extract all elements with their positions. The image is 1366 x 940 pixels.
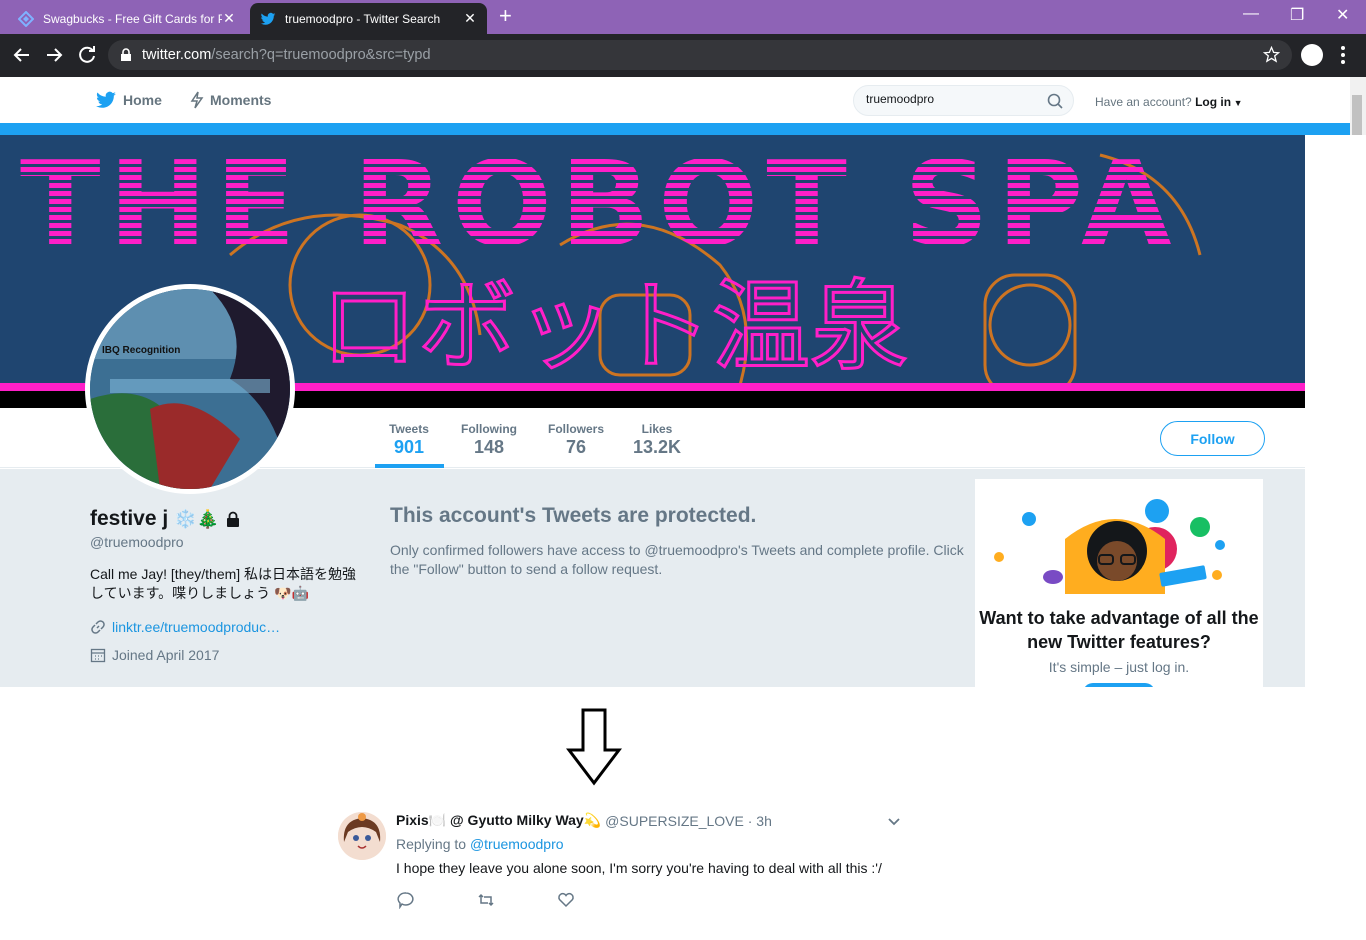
stat-label: Tweets xyxy=(389,422,429,436)
protected-title: This account's Tweets are protected. xyxy=(390,504,757,527)
nav-moments-label: Moments xyxy=(210,92,272,108)
stat-label: Likes xyxy=(641,422,673,436)
stat-likes[interactable]: Likes 13.2K xyxy=(628,422,686,458)
restore-icon[interactable]: ❐ xyxy=(1290,5,1304,25)
screenshot-root: Swagbucks - Free Gift Cards for P ✕ true… xyxy=(0,0,1366,940)
replying-prefix: Replying to xyxy=(396,836,467,852)
address-bar[interactable]: twitter.com/search?q=truemoodpro&src=typ… xyxy=(108,40,1292,70)
stat-value: 901 xyxy=(393,437,425,457)
signup-card-title: Want to take advantage of all the new Tw… xyxy=(979,608,1259,652)
browser-tab-bar: Swagbucks - Free Gift Cards for P ✕ true… xyxy=(0,0,1366,34)
stat-label: Following xyxy=(461,422,517,436)
link-icon xyxy=(91,620,105,634)
tweet-author-name[interactable]: Pixis🍽️ @ Gyutto Milky Way💫 xyxy=(396,812,601,829)
profile-avatar[interactable]: IBQ Recognition xyxy=(85,284,295,494)
lightning-icon xyxy=(190,91,204,109)
like-heart-icon[interactable] xyxy=(557,891,575,909)
back-arrow-icon[interactable] xyxy=(11,44,33,66)
header-blue-bar xyxy=(0,123,1350,135)
url-path: /search?q=truemoodpro&src=typd xyxy=(211,47,431,63)
name-emoji: ❄️🎄 xyxy=(174,508,220,529)
banner-japanese: ロボット温泉 xyxy=(320,270,908,384)
scrollbar-thumb[interactable] xyxy=(1352,95,1362,135)
twitter-search-input[interactable] xyxy=(866,92,1036,106)
profile-handle[interactable]: @truemoodpro xyxy=(90,534,184,550)
protected-lock-icon xyxy=(227,511,240,527)
profile-joined: Joined April 2017 xyxy=(112,647,220,663)
page-scrollbar[interactable] xyxy=(1350,77,1366,135)
reload-icon[interactable] xyxy=(76,44,98,66)
down-arrow-icon xyxy=(566,708,622,786)
tab-title: Swagbucks - Free Gift Cards for P xyxy=(43,11,222,26)
chevron-down-icon[interactable] xyxy=(886,816,902,828)
profile-name-row: festive j ❄️🎄 xyxy=(90,507,241,531)
stat-followers[interactable]: Followers 76 xyxy=(543,422,609,458)
close-tab-icon[interactable]: ✕ xyxy=(463,10,477,27)
profile-bio: Call me Jay! [they/them] 私は日本語を勉強しています。喋… xyxy=(90,566,357,601)
tweet-author-avatar[interactable] xyxy=(338,812,386,860)
forward-arrow-icon[interactable] xyxy=(43,44,65,66)
stat-value: 13.2K xyxy=(632,437,682,457)
browser-toolbar: twitter.com/search?q=truemoodpro&src=typ… xyxy=(0,34,1366,77)
reply-icon[interactable] xyxy=(397,891,415,909)
new-tab-plus-icon[interactable]: + xyxy=(499,5,512,27)
tweet-replying-to: Replying to @truemoodpro xyxy=(396,836,564,852)
follow-button[interactable]: Follow xyxy=(1160,421,1265,456)
login-area: Have an account? Log in ▼ xyxy=(1095,95,1243,109)
close-window-icon[interactable]: ✕ xyxy=(1336,5,1349,25)
twitter-top-nav: Home Moments Have an account? Log in ▼ xyxy=(0,77,1350,123)
avatar-artwork: IBQ Recognition xyxy=(90,289,290,489)
browser-menu-icon[interactable] xyxy=(1341,46,1345,64)
stat-following[interactable]: Following 148 xyxy=(456,422,522,458)
stat-value: 148 xyxy=(473,437,505,457)
tab-twitter-search[interactable]: truemoodpro - Twitter Search ✕ xyxy=(250,3,487,34)
twitter-search-box[interactable] xyxy=(853,85,1074,116)
replying-to-link[interactable]: @truemoodpro xyxy=(470,836,564,852)
twitter-icon xyxy=(260,12,276,25)
avatar-caption: IBQ Recognition xyxy=(102,345,180,356)
profile-link[interactable]: linktr.ee/truemoodproduc… xyxy=(112,619,280,635)
protected-text: Only confirmed followers have access to … xyxy=(390,542,964,577)
active-tab-underline xyxy=(375,464,444,468)
minimize-icon[interactable]: — xyxy=(1243,5,1259,23)
tweet-header: Pixis🍽️ @ Gyutto Milky Way💫 @SUPERSIZE_L… xyxy=(396,812,772,829)
stat-label: Followers xyxy=(547,422,604,436)
signup-card-button[interactable] xyxy=(1083,683,1155,687)
stat-value: 76 xyxy=(565,437,587,457)
close-tab-icon[interactable]: ✕ xyxy=(222,10,236,27)
stat-tweets[interactable]: Tweets 901 xyxy=(383,422,435,458)
signup-illustration xyxy=(994,499,1225,594)
tab-swagbucks[interactable]: Swagbucks - Free Gift Cards for P ✕ xyxy=(8,3,246,34)
calendar-icon xyxy=(90,648,106,663)
search-icon[interactable] xyxy=(1047,93,1063,109)
nav-moments[interactable]: Moments xyxy=(190,91,271,109)
signup-card-subtitle: It's simple – just log in. xyxy=(1048,659,1190,675)
url-text: twitter.com/search?q=truemoodpro&src=typ… xyxy=(142,47,431,63)
tweet-avatar-art xyxy=(338,812,386,860)
profile-name: festive j xyxy=(90,507,169,530)
tweet-text: I hope they leave you alone soon, I'm so… xyxy=(396,860,882,876)
twitter-bird-icon xyxy=(96,91,116,108)
banner-title: THE ROBOT SPA xyxy=(20,135,1180,273)
profile-joined-row: Joined April 2017 xyxy=(90,647,219,663)
url-host: twitter.com xyxy=(142,47,212,63)
caret-down-icon[interactable]: ▼ xyxy=(1231,98,1243,108)
signup-card: Want to take advantage of all the new Tw… xyxy=(975,479,1263,687)
have-account-text: Have an account? xyxy=(1095,95,1192,109)
nav-home[interactable]: Home xyxy=(95,91,162,109)
tweet-author-handle-time[interactable]: @SUPERSIZE_LOVE · 3h xyxy=(605,813,772,829)
retweet-icon[interactable] xyxy=(477,891,495,909)
swagbucks-icon xyxy=(18,10,34,27)
nav-home-label: Home xyxy=(123,92,162,108)
lock-icon xyxy=(121,48,131,61)
bookmark-star-icon[interactable] xyxy=(1263,46,1280,63)
login-link[interactable]: Log in xyxy=(1195,95,1231,109)
incognito-profile-icon[interactable] xyxy=(1301,44,1323,66)
tab-title: truemoodpro - Twitter Search xyxy=(285,11,441,26)
profile-link-row: linktr.ee/truemoodproduc… xyxy=(90,619,280,635)
